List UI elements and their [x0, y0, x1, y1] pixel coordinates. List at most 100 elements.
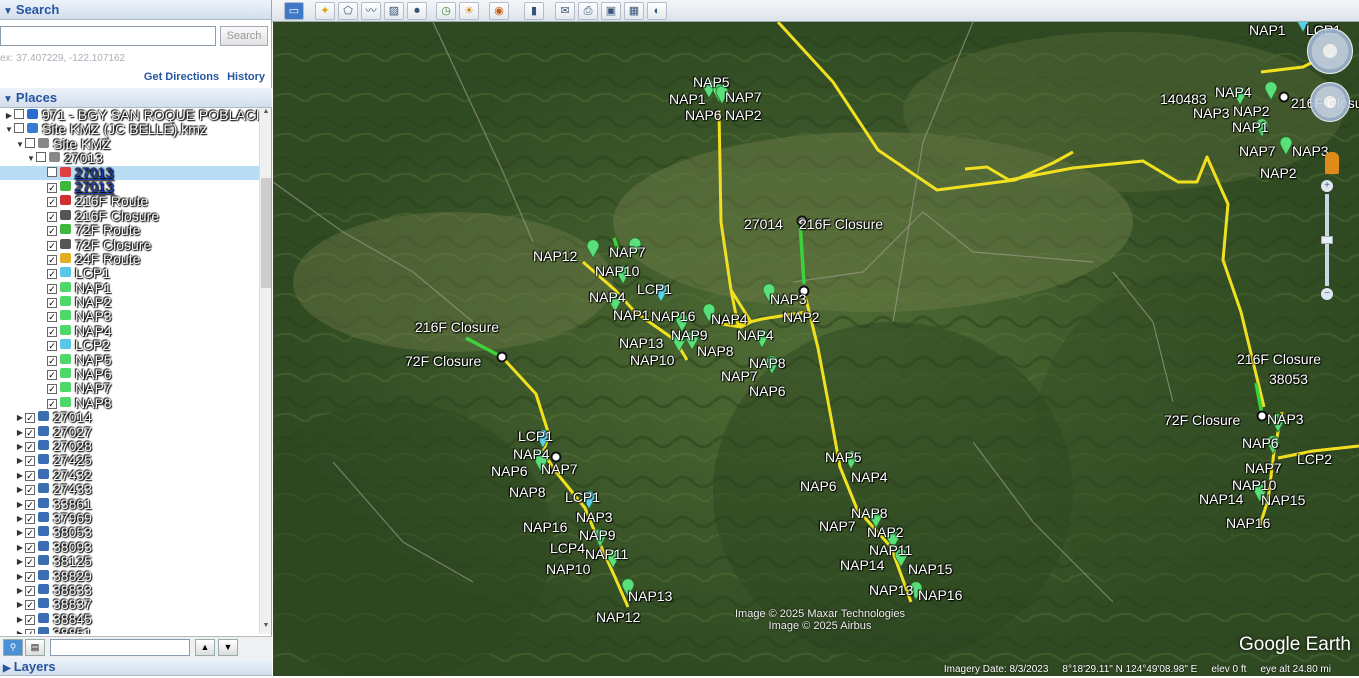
tree-row[interactable]: ✓ 216F Closure — [0, 208, 259, 223]
tree-row[interactable]: ✓ NAP8 — [0, 395, 259, 410]
collapse-arrow-icon[interactable]: ▼ — [15, 138, 25, 152]
placemark-label[interactable]: NAP16 — [651, 309, 695, 324]
sunlight-icon[interactable]: ☀ — [459, 2, 479, 20]
placemark-label[interactable]: NAP4 — [737, 328, 774, 343]
placemark-label[interactable]: NAP3 — [770, 292, 807, 307]
tree-row[interactable]: ▶ ✓ 38833 — [0, 582, 259, 597]
expand-arrow-icon[interactable]: ▶ — [15, 411, 25, 425]
visibility-checkbox[interactable]: ✓ — [47, 326, 57, 337]
tree-row[interactable]: ✓ NAP7 — [0, 381, 259, 396]
move-up-icon[interactable]: ▲ — [195, 639, 215, 656]
tree-row[interactable]: ▶ ✓ 38845 — [0, 611, 259, 627]
tree-row[interactable]: ✓ NAP3 — [0, 309, 259, 324]
placemark-label[interactable]: 216F Closure — [1237, 352, 1321, 367]
placemark-label[interactable]: 72F Closure — [1164, 413, 1240, 428]
placemark-label[interactable]: NAP7 — [819, 519, 856, 534]
placemark-label[interactable]: NAP14 — [840, 558, 884, 573]
historical-imagery-icon[interactable]: ◷ — [436, 2, 456, 20]
tree-row[interactable]: ▶ ✓ 38093 — [0, 539, 259, 554]
visibility-checkbox[interactable]: ✓ — [47, 211, 57, 222]
email-icon[interactable]: ✉ — [555, 2, 575, 20]
tree-row[interactable]: ▶ ✓ 27027 — [0, 424, 259, 439]
look-joystick-icon[interactable] — [1307, 28, 1353, 74]
placemark-label[interactable]: NAP12 — [596, 610, 640, 625]
visibility-checkbox[interactable]: ✓ — [25, 557, 35, 568]
search-input[interactable] — [0, 26, 216, 46]
visibility-checkbox[interactable]: ✓ — [47, 283, 57, 294]
tree-row[interactable]: ✓ 216F Route — [0, 194, 259, 209]
placemark-label[interactable]: 72F Closure — [405, 354, 481, 369]
visibility-checkbox[interactable]: ✓ — [47, 226, 57, 237]
placemark-label[interactable]: NAP4 — [589, 290, 626, 305]
placemark-label[interactable]: NAP1 — [669, 92, 706, 107]
tree-row[interactable]: ▼ 27013 — [0, 151, 259, 166]
tree-row[interactable]: ▶ ✓ 27014 — [0, 410, 259, 425]
placemark-label[interactable]: NAP16 — [523, 520, 567, 535]
visibility-checkbox[interactable]: ✓ — [25, 427, 35, 438]
placemark-label[interactable]: NAP11 — [585, 547, 628, 562]
visibility-checkbox[interactable]: ✓ — [25, 614, 35, 625]
tree-row[interactable]: ✓ 72F Route — [0, 223, 259, 238]
visibility-checkbox[interactable]: ✓ — [25, 485, 35, 496]
print-icon[interactable]: ⎙ — [578, 2, 598, 20]
placemark-label[interactable]: NAP3 — [1267, 412, 1304, 427]
placemark-label[interactable]: NAP8 — [697, 344, 734, 359]
placemark-label[interactable]: NAP1 — [613, 308, 650, 323]
visibility-checkbox[interactable]: ✓ — [25, 629, 35, 634]
visibility-checkbox[interactable]: ✓ — [25, 441, 35, 452]
visibility-checkbox[interactable]: ✓ — [25, 528, 35, 539]
placemark-label[interactable]: NAP3 — [1193, 106, 1230, 121]
placemark-label[interactable]: LCP1 — [518, 429, 553, 444]
tree-row[interactable]: ✓ LCP2 — [0, 338, 259, 353]
visibility-checkbox[interactable]: ✓ — [25, 585, 35, 596]
visibility-checkbox[interactable] — [14, 123, 24, 134]
placemark-label[interactable]: NAP15 — [908, 562, 952, 577]
places-scrollbar[interactable]: ▲ ▼ — [259, 108, 271, 634]
tree-row[interactable]: ▼ Site KMZ — [0, 136, 259, 152]
placemark-label[interactable]: NAP16 — [1226, 516, 1270, 531]
placemark-label[interactable]: 27014 — [744, 217, 783, 232]
tree-row[interactable]: ✓ 27013 — [0, 179, 259, 194]
placemark-label[interactable]: NAP6 — [800, 479, 837, 494]
tree-row[interactable]: ▼ Site KMZ (JC BELLE).kmz — [0, 122, 259, 137]
places-panel-header[interactable]: ▼ Places — [0, 88, 272, 108]
placemark-label[interactable]: NAP10 — [630, 353, 674, 368]
expand-arrow-icon[interactable]: ▶ — [15, 440, 25, 454]
visibility-checkbox[interactable]: ✓ — [47, 355, 57, 366]
placemark-label[interactable]: NAP9 — [671, 328, 708, 343]
move-joystick-icon[interactable] — [1310, 82, 1350, 122]
sky-icon[interactable]: ◐ — [647, 2, 667, 20]
visibility-checkbox[interactable]: ✓ — [47, 384, 57, 395]
placemark-label[interactable]: NAP7 — [609, 245, 646, 260]
placemark-label[interactable]: NAP7 — [725, 90, 762, 105]
placemark-label[interactable]: NAP2 — [867, 525, 904, 540]
layers-panel-header[interactable]: ▶ Layers — [0, 658, 272, 676]
zoom-thumb[interactable] — [1321, 236, 1333, 244]
search-places-icon[interactable]: ⚲ — [3, 639, 23, 656]
placemark-label[interactable]: NAP2 — [725, 108, 762, 123]
placemark-label[interactable]: NAP16 — [918, 588, 962, 603]
tree-row[interactable]: ✓ NAP6 — [0, 367, 259, 382]
expand-arrow-icon[interactable]: ▶ — [15, 613, 25, 627]
visibility-checkbox[interactable] — [47, 166, 57, 177]
visibility-checkbox[interactable]: ✓ — [47, 254, 57, 265]
visibility-checkbox[interactable]: ✓ — [25, 470, 35, 481]
tree-row[interactable]: ▶ ✓ 27425 — [0, 453, 259, 468]
tree-row[interactable]: ✓ NAP4 — [0, 323, 259, 338]
view-in-maps-icon[interactable]: ▦ — [624, 2, 644, 20]
placemark-label[interactable]: NAP5 — [825, 450, 862, 465]
placemark-label[interactable]: NAP4 — [711, 312, 748, 327]
zoom-slider[interactable]: + − — [1321, 180, 1333, 300]
tree-row[interactable]: ✓ NAP1 — [0, 280, 259, 295]
placemark-label[interactable]: NAP4 — [851, 470, 888, 485]
visibility-checkbox[interactable]: ✓ — [47, 341, 57, 352]
visibility-checkbox[interactable]: ✓ — [47, 182, 57, 193]
tree-row[interactable]: ▶ ✓ 38125 — [0, 554, 259, 569]
expand-arrow-icon[interactable]: ▶ — [15, 483, 25, 497]
placemark-label[interactable]: NAP6 — [491, 464, 528, 479]
placemark-label[interactable]: NAP10 — [595, 264, 639, 279]
tree-row[interactable]: ▶ ✓ 33861 — [0, 496, 259, 511]
visibility-checkbox[interactable]: ✓ — [25, 413, 35, 424]
expand-arrow-icon[interactable]: ▶ — [4, 109, 14, 123]
placemark-label[interactable]: NAP13 — [619, 336, 663, 351]
